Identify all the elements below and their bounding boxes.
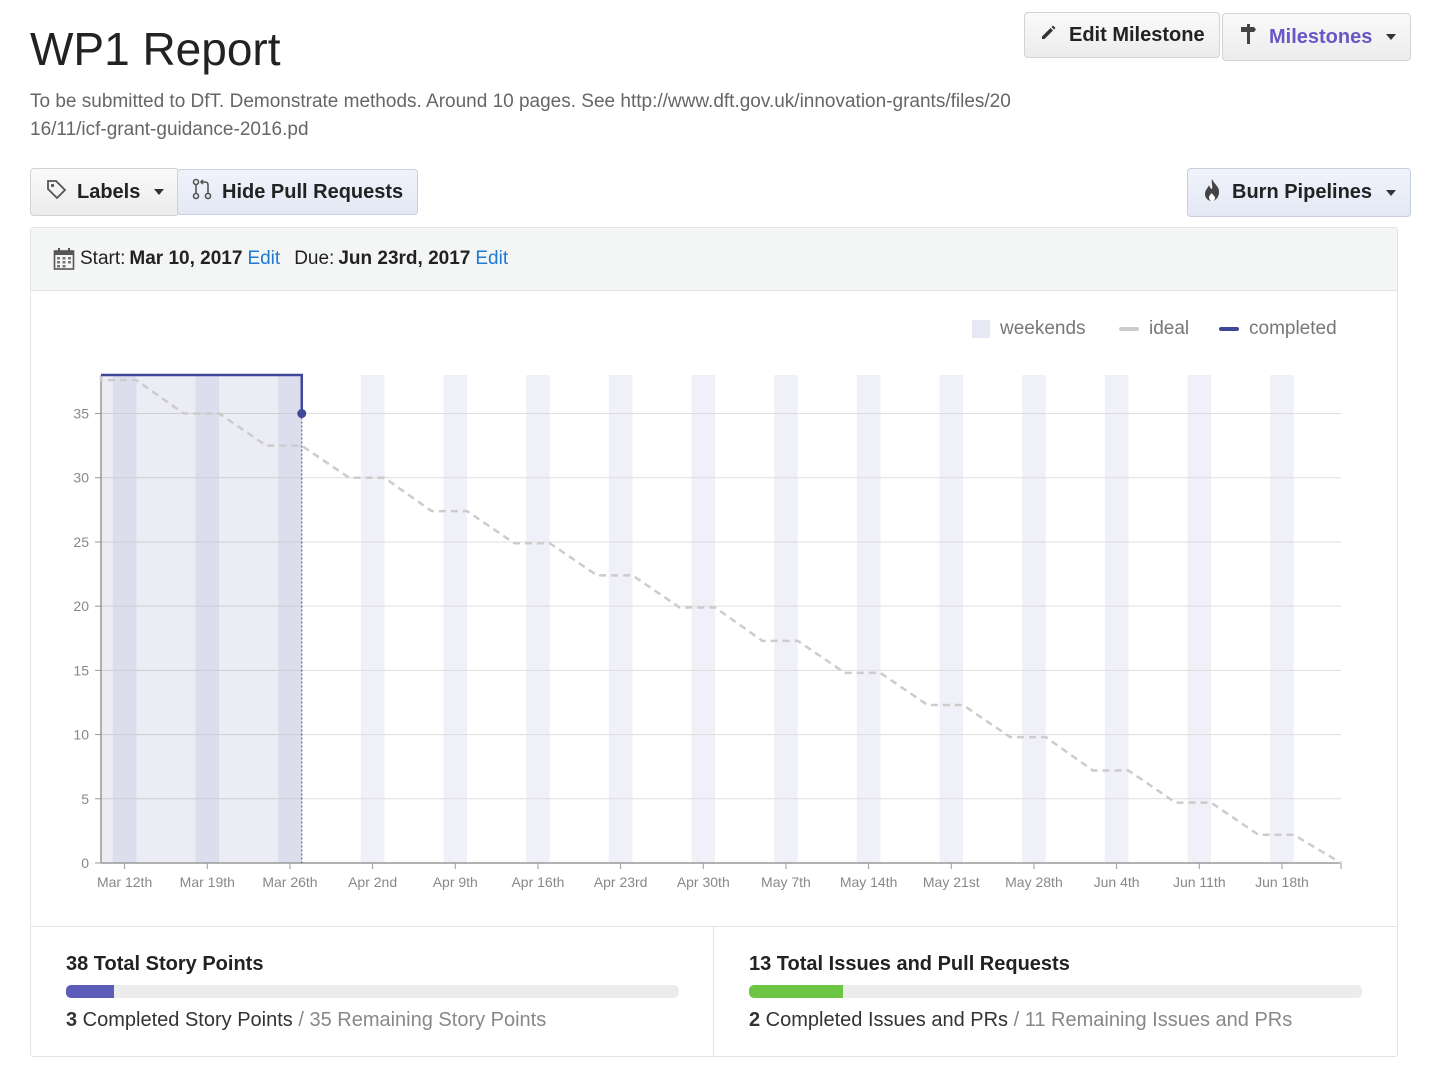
edit-start-link[interactable]: Edit [247, 248, 280, 270]
weekend-band [939, 375, 964, 863]
issues-title: 13 Total Issues and Pull Requests [749, 953, 1070, 975]
chevron-down-icon [1386, 189, 1397, 196]
weekend-band [1187, 375, 1212, 863]
story-points-progress-fill [66, 985, 115, 998]
flame-icon [1202, 178, 1222, 208]
weekend-band [443, 375, 468, 863]
weekend-band [1104, 375, 1129, 863]
y-tick-label: 20 [73, 598, 89, 614]
y-tick-label: 0 [81, 855, 89, 871]
burn-pipelines-label: Burn Pipelines [1232, 181, 1373, 203]
issues-remaining-text: 11 Remaining Issues and PRs [1024, 1009, 1293, 1031]
x-tick-label: Apr 9th [433, 874, 478, 890]
start-date: Mar 10, 2017 [129, 248, 243, 269]
edit-due-link[interactable]: Edit [475, 248, 508, 270]
hide-pull-requests-button[interactable]: Hide Pull Requests [177, 169, 419, 215]
weekend-band [526, 375, 550, 863]
hide-pull-requests-label: Hide Pull Requests [222, 180, 404, 203]
x-tick-label: Mar 19th [180, 874, 235, 890]
chevron-down-icon [154, 189, 165, 195]
due-date: Jun 23rd, 2017 [338, 248, 471, 269]
x-tick-label: May 28th [1005, 874, 1063, 890]
weekend-band [1270, 375, 1294, 863]
labels-dropdown[interactable]: Labels [30, 168, 180, 216]
x-tick-label: Jun 4th [1094, 874, 1140, 890]
weekend-band [608, 375, 633, 863]
issues-progress-fill [749, 985, 844, 998]
story-points-summary: 3 Completed Story Points / 35 Remaining … [66, 1009, 546, 1032]
weekend-band [774, 375, 798, 863]
y-tick-label: 10 [73, 727, 89, 743]
x-tick-label: Apr 2nd [348, 874, 397, 890]
start-label: Start: [80, 248, 126, 269]
x-tick-label: Jun 18th [1255, 874, 1309, 890]
issues-separator: / [1008, 1009, 1025, 1031]
milestones-label: Milestones [1269, 25, 1373, 48]
issues-progress [749, 985, 1362, 998]
issues-stat: 13 Total Issues and Pull Requests 2 Comp… [714, 926, 1397, 1057]
signpost-icon [1237, 22, 1259, 52]
x-tick-label: May 14th [840, 874, 898, 890]
story-points-progress [66, 985, 679, 998]
issues-summary: 2 Completed Issues and PRs / 11 Remainin… [749, 1009, 1292, 1032]
completed-area [101, 375, 302, 863]
weekend-band [856, 375, 881, 863]
burn-pipelines-dropdown[interactable]: Burn Pipelines [1187, 168, 1412, 217]
x-tick-label: Apr 30th [677, 874, 730, 890]
pencil-icon [1039, 22, 1059, 48]
milestone-description: To be submitted to DfT. Demonstrate meth… [30, 91, 1011, 140]
x-tick-label: Apr 16th [511, 874, 564, 890]
weekend-band [1022, 375, 1046, 863]
story-points-title: 38 Total Story Points [66, 953, 264, 975]
x-tick-label: May 7th [761, 874, 811, 890]
x-tick-label: May 21st [923, 874, 980, 890]
y-tick-label: 35 [73, 406, 89, 422]
y-tick-label: 15 [73, 662, 89, 678]
story-separator: / [292, 1009, 310, 1031]
completed-point [297, 409, 307, 419]
x-tick-label: Apr 23rd [594, 874, 648, 890]
tag-icon [45, 178, 67, 206]
milestones-dropdown[interactable]: Milestones [1222, 13, 1412, 61]
story-completed-count: 3 [66, 1009, 78, 1031]
calendar-icon [53, 247, 75, 271]
y-tick-label: 25 [73, 534, 89, 550]
story-completed-text: Completed Story Points [77, 1009, 293, 1031]
pull-request-icon [192, 178, 212, 206]
edit-milestone-label: Edit Milestone [1069, 23, 1205, 46]
x-tick-label: Jun 11th [1173, 874, 1226, 890]
x-tick-label: Mar 12th [97, 874, 152, 890]
date-bar: Start: Mar 10, 2017 Edit Due: Jun 23rd, … [31, 228, 1397, 291]
edit-milestone-button[interactable]: Edit Milestone [1024, 12, 1220, 58]
due-label: Due: [294, 248, 335, 269]
x-tick-label: Mar 26th [262, 874, 317, 890]
y-tick-label: 30 [73, 470, 89, 486]
story-remaining-text: 35 Remaining Story Points [309, 1009, 547, 1031]
issues-completed-count: 2 [749, 1009, 761, 1031]
weekend-band [691, 375, 716, 863]
labels-label: Labels [77, 180, 141, 203]
page-title: WP1 Report [30, 23, 281, 75]
chevron-down-icon [1386, 34, 1397, 40]
weekend-band [360, 375, 385, 863]
issues-completed-text: Completed Issues and PRs [760, 1009, 1009, 1031]
y-tick-label: 5 [81, 791, 89, 807]
story-points-stat: 38 Total Story Points 3 Completed Story … [31, 926, 714, 1057]
burndown-chart: 0 5 10 15 20 25 30 35 Mar 12th Mar 19th Mar 26th Ap… [73, 373, 1342, 890]
